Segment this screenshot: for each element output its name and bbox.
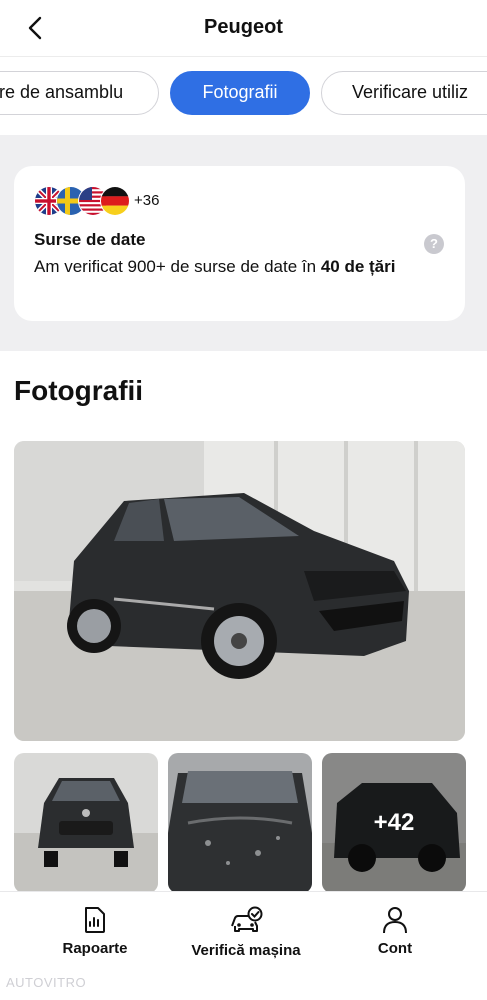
germany-flag-icon [100, 186, 130, 216]
watermark: AUTOVITRO [6, 975, 87, 990]
nav-check-car[interactable]: Verifică mașina [184, 906, 308, 959]
help-icon[interactable]: ? [424, 234, 444, 254]
nav-reports-label: Rapoarte [62, 940, 128, 957]
more-photos-count[interactable]: +42 [322, 753, 466, 893]
photos-heading: Fotografii [14, 375, 144, 406]
page-title: Peugeot [204, 16, 283, 38]
tab-photos[interactable]: Fotografii [170, 71, 310, 115]
car-check-icon [231, 906, 263, 932]
tab-usage-check[interactable]: Verificare utiliz [321, 71, 487, 115]
data-sources-card: +36 Surse de date Am verificat 900+ de s… [14, 166, 465, 321]
photos-section: Fotografii +42 [0, 351, 487, 893]
sources-description-text: Am verificat 900+ de surse de date în [34, 257, 321, 276]
tab-overview[interactable]: re de ansamblu [0, 71, 159, 115]
car-photo-thumbnail[interactable]: +42 [322, 753, 466, 893]
sources-description: Am verificat 900+ de surse de date în 40… [34, 254, 414, 279]
sources-title: Surse de date [34, 230, 146, 249]
top-bar: Peugeot [0, 0, 487, 57]
extra-countries-count: +36 [134, 192, 160, 209]
report-icon [85, 907, 105, 933]
nav-check-car-label: Verifică mașina [191, 942, 301, 959]
nav-reports[interactable]: Rapoarte [60, 906, 130, 957]
main-car-photo[interactable] [14, 441, 465, 741]
sources-country-count: 40 de țări [320, 257, 396, 276]
car-photo-thumbnail[interactable] [168, 753, 312, 893]
nav-account[interactable]: Cont [370, 906, 420, 957]
tab-bar: re de ansamblu Fotografii Verificare uti… [0, 57, 487, 135]
nav-account-label: Cont [377, 940, 413, 957]
car-photo-thumbnail[interactable] [14, 753, 158, 893]
user-icon [383, 907, 407, 934]
